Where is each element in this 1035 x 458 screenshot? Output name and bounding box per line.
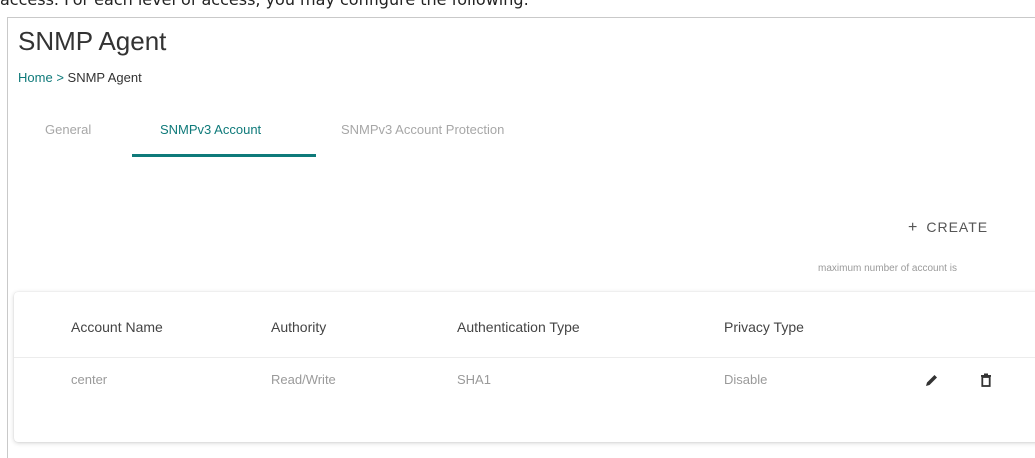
edit-icon[interactable] <box>922 370 942 390</box>
plus-icon: + <box>908 219 919 236</box>
tab-bar: General SNMPv3 Account SNMPv3 Account Pr… <box>18 108 1035 158</box>
active-tab-indicator <box>132 154 316 157</box>
column-header-account-name: Account Name <box>71 319 163 335</box>
max-account-note: maximum number of account is <box>818 263 957 274</box>
cell-authentication-type: SHA1 <box>457 372 491 387</box>
cell-account-name: center <box>71 372 108 387</box>
breadcrumb-separator: > <box>56 70 64 85</box>
create-button[interactable]: + CREATE <box>908 219 988 237</box>
create-button-label: CREATE <box>926 219 989 235</box>
tab-snmpv3-account-protection[interactable]: SNMPv3 Account Protection <box>341 122 504 137</box>
document-text: access. For each level of access, you ma… <box>0 0 529 9</box>
accounts-table-card <box>14 292 1035 442</box>
column-header-privacy-type: Privacy Type <box>724 319 804 335</box>
breadcrumb-current: SNMP Agent <box>67 70 142 85</box>
tab-snmpv3-account[interactable]: SNMPv3 Account <box>160 122 261 137</box>
cell-authority: Read/Write <box>271 372 336 387</box>
breadcrumb: Home > SNMP Agent <box>18 70 142 85</box>
breadcrumb-home-link[interactable]: Home <box>18 70 53 85</box>
header-divider <box>14 357 1035 358</box>
page-title: SNMP Agent <box>18 26 167 56</box>
tab-general[interactable]: General <box>45 122 91 137</box>
column-header-authority: Authority <box>271 319 327 335</box>
cell-privacy-type: Disable <box>724 372 768 387</box>
delete-icon[interactable] <box>976 370 996 390</box>
column-header-authentication-type: Authentication Type <box>457 319 580 335</box>
